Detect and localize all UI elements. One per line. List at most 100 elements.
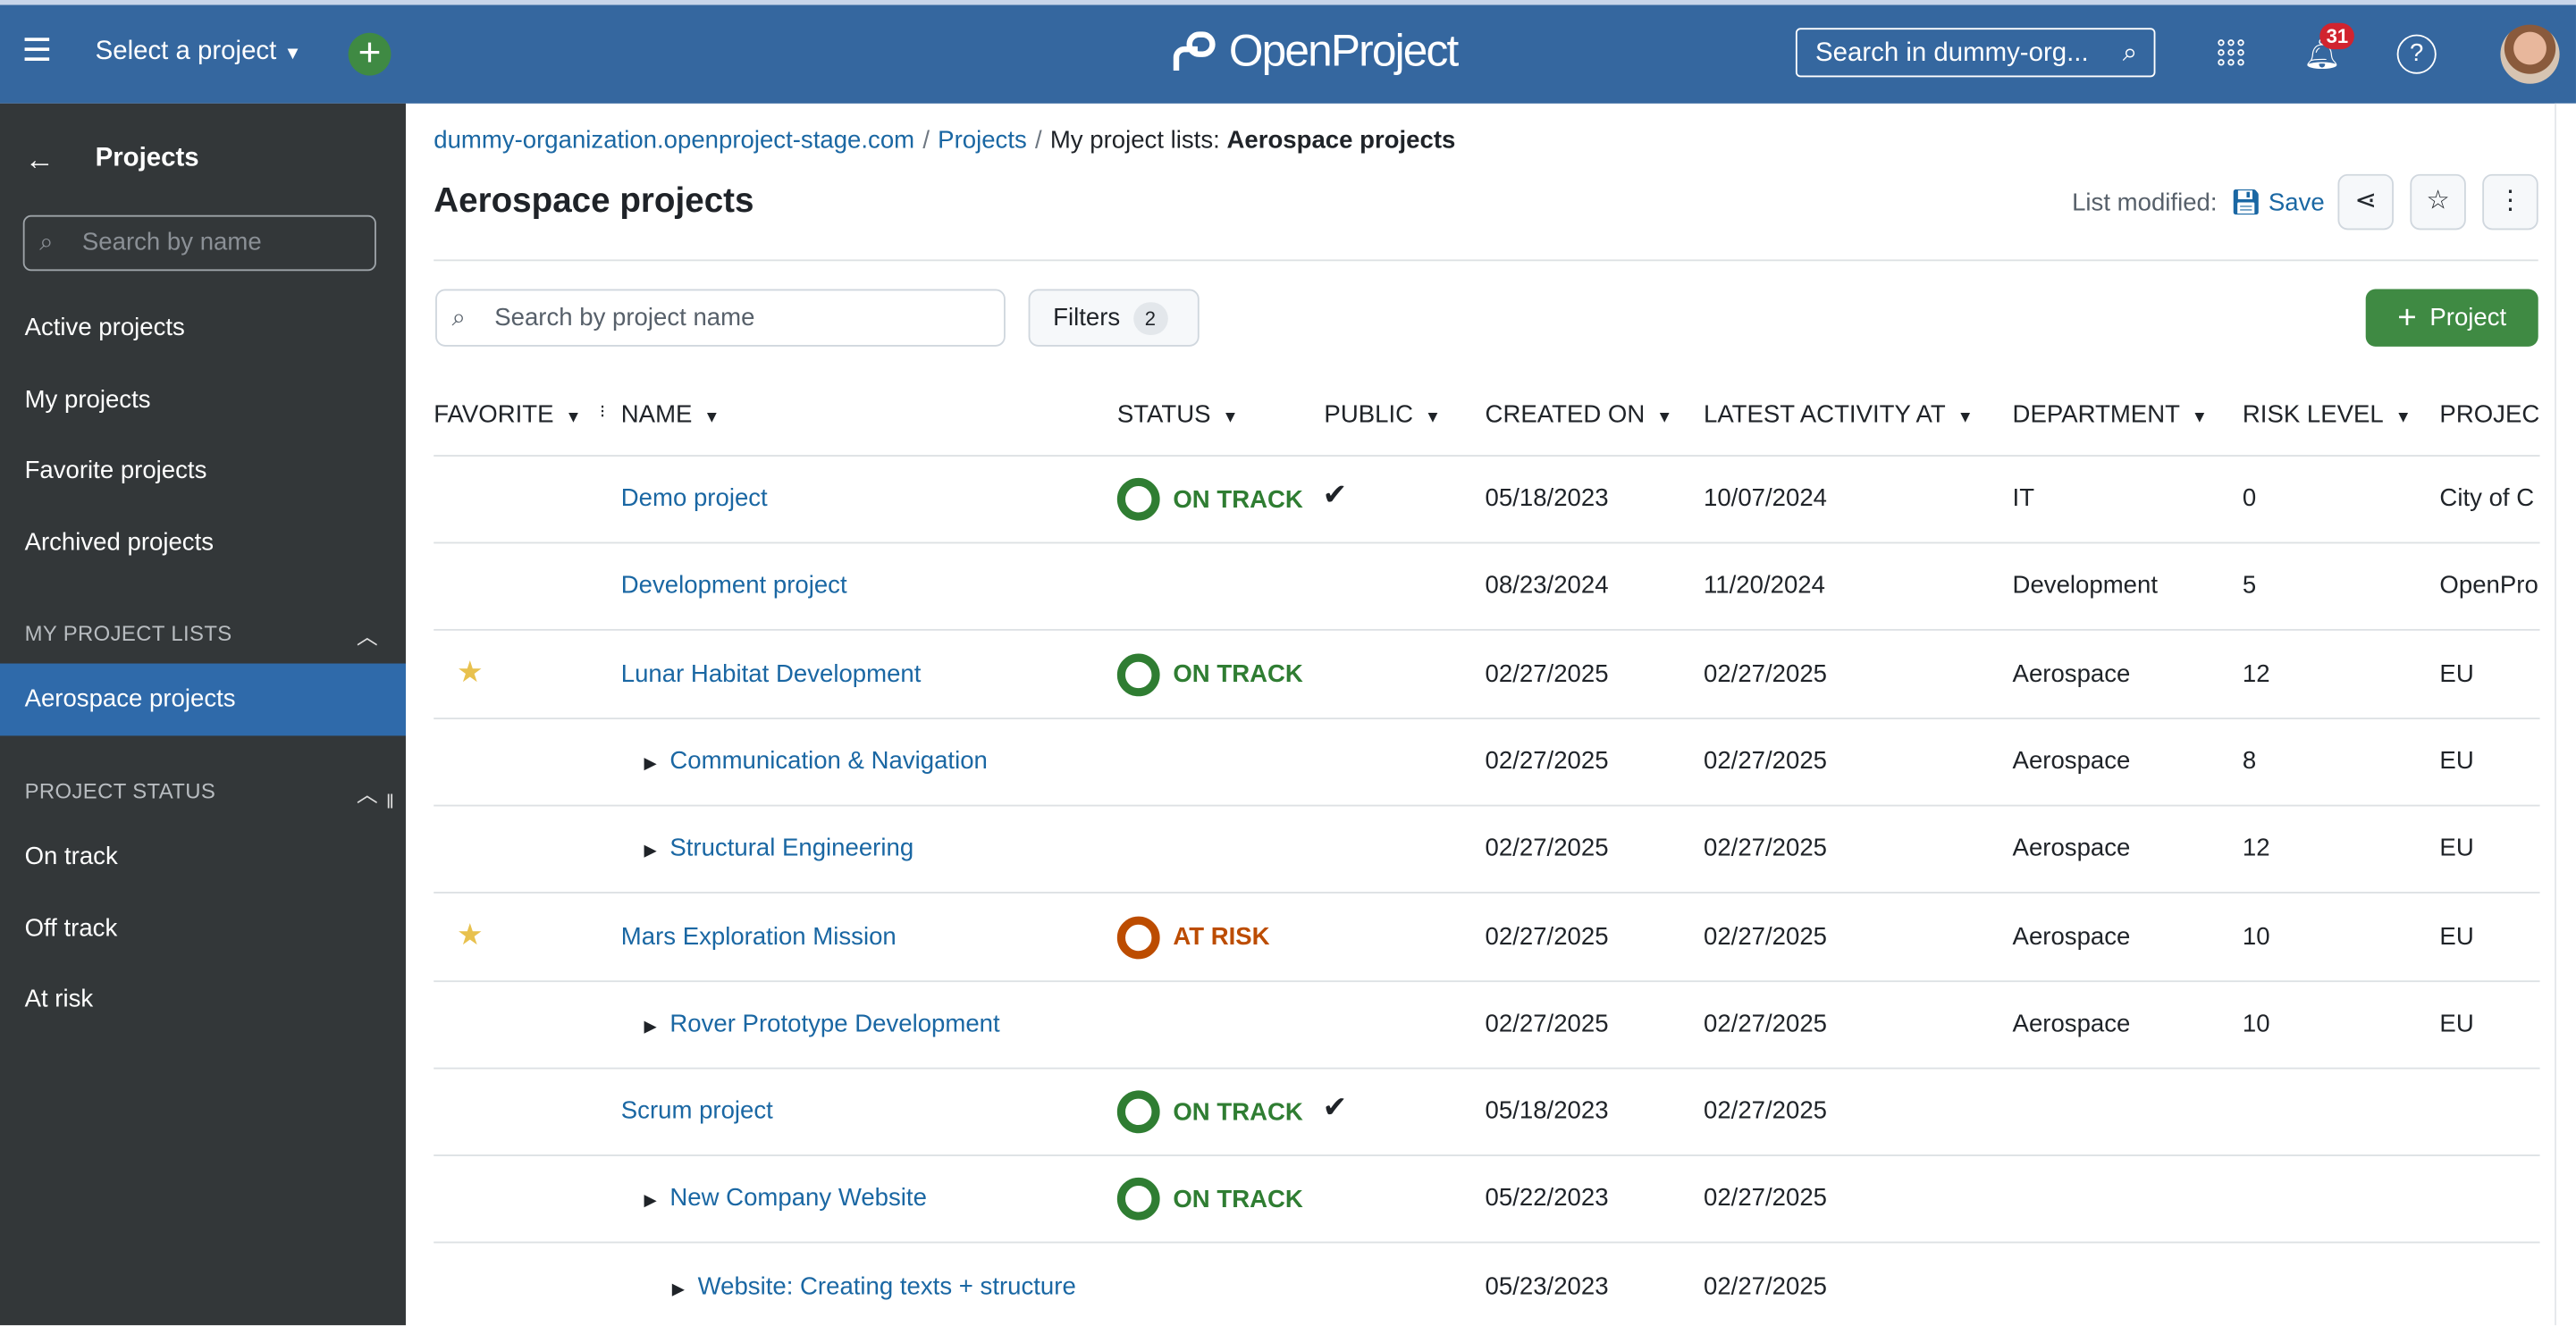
latest-cell: 02/27/2025 bbox=[1704, 1271, 1827, 1301]
project-link[interactable]: New Company Website bbox=[669, 1185, 927, 1213]
project-link[interactable]: Lunar Habitat Development bbox=[621, 659, 922, 687]
project-name-cell: ▶ Website: Creating texts + structure bbox=[672, 1272, 1076, 1300]
table-row: ▶ Website: Creating texts + structure 05/2… bbox=[434, 1243, 2539, 1325]
created-cell: 05/18/2023 bbox=[1485, 1096, 1609, 1126]
status-text: ON TRACK bbox=[1173, 1097, 1303, 1127]
project-link[interactable]: Website: Creating texts + structure bbox=[698, 1272, 1076, 1300]
favorite-star-icon[interactable]: ★ bbox=[457, 655, 484, 690]
project-cell: EU bbox=[2439, 922, 2474, 951]
avatar[interactable] bbox=[2500, 24, 2560, 84]
department-cell: IT bbox=[2012, 484, 2035, 513]
sidebar-item-archived-projects[interactable]: Archived projects bbox=[25, 529, 214, 557]
chevron-up-icon[interactable]: ︿ bbox=[357, 776, 378, 808]
save-button[interactable]: 💾︎ Save bbox=[2230, 189, 2325, 216]
status-badge: ON TRACK bbox=[1116, 652, 1303, 696]
sidebar-item-active-projects[interactable]: Active projects bbox=[25, 314, 185, 341]
status-badge: ON TRACK bbox=[1116, 1178, 1303, 1221]
add-project-button[interactable]: + Project bbox=[2365, 289, 2538, 347]
sidebar-item-at-risk[interactable]: At risk bbox=[25, 986, 94, 1013]
sidebar-item-aerospace-projects[interactable]: Aerospace projects bbox=[0, 663, 406, 736]
project-link[interactable]: Mars Exploration Mission bbox=[621, 922, 897, 950]
department-cell: Development bbox=[2012, 572, 2159, 600]
column-header-department[interactable]: DEPARTMENT ▼ bbox=[2013, 400, 2208, 428]
status-ring-icon bbox=[1116, 652, 1160, 696]
filters-button[interactable]: Filters 2 bbox=[1028, 289, 1200, 347]
project-selector[interactable]: Select a project ▼ bbox=[96, 38, 302, 67]
sidebar-item-favorite-projects[interactable]: Favorite projects bbox=[25, 457, 207, 484]
column-header-public[interactable]: PUBLIC ▼ bbox=[1324, 400, 1441, 428]
table-header: FAVORITE ▼ NAME ▼ STATUS ▼ PUBLIC ▼ CREATED ON ▼ L… bbox=[434, 396, 2540, 457]
latest-cell: 02/27/2025 bbox=[1704, 747, 1827, 776]
created-cell: 02/27/2025 bbox=[1485, 747, 1609, 776]
department-cell: Aerospace bbox=[2012, 747, 2131, 776]
logo[interactable]: OpenProject bbox=[1170, 26, 1459, 77]
menu-icon[interactable] bbox=[24, 38, 50, 63]
favorite-list-button[interactable]: ☆ bbox=[2410, 173, 2466, 231]
resize-handle[interactable]: ‖ bbox=[386, 790, 394, 813]
column-header-projec[interactable]: PROJEC bbox=[2439, 400, 2539, 428]
search-icon: ⌕ bbox=[39, 228, 54, 256]
column-header-latest-activity-at[interactable]: LATEST ACTIVITY AT ▼ bbox=[1704, 400, 1974, 428]
hierarchy-toggle-icon[interactable]: ⁝ bbox=[600, 400, 605, 422]
project-link[interactable]: Rover Prototype Development bbox=[669, 1010, 999, 1037]
chevron-up-icon[interactable]: ︿ bbox=[357, 619, 378, 650]
status-ring-icon bbox=[1116, 1090, 1160, 1134]
column-header-favorite[interactable]: FAVORITE ▼ bbox=[434, 400, 581, 428]
created-cell: 02/27/2025 bbox=[1485, 1009, 1609, 1038]
sidebar-title: Projects bbox=[95, 144, 199, 172]
column-header-name[interactable]: NAME ▼ bbox=[621, 400, 720, 428]
sidebar-item-my-projects[interactable]: My projects bbox=[25, 386, 151, 414]
table-row: ▶ New Company Website ON TRACK 05/22/2023 02… bbox=[434, 1155, 2540, 1245]
status-ring-icon bbox=[1116, 1178, 1160, 1221]
project-link[interactable]: Demo project bbox=[621, 484, 768, 512]
sidebar-item-on-track[interactable]: On track bbox=[25, 843, 118, 870]
divider bbox=[434, 259, 2538, 262]
expand-triangle-icon[interactable]: ▶ bbox=[644, 1018, 656, 1036]
search-icon: ⌕ bbox=[451, 304, 466, 332]
column-header-status[interactable]: STATUS ▼ bbox=[1117, 400, 1239, 428]
latest-cell: 10/07/2024 bbox=[1704, 484, 1827, 513]
risk-cell: 8 bbox=[2242, 747, 2257, 776]
project-status-heading: PROJECT STATUS bbox=[24, 778, 216, 803]
sidebar-search-input[interactable]: ⌕ Search by name bbox=[22, 214, 376, 272]
expand-triangle-icon[interactable]: ▶ bbox=[672, 1280, 685, 1298]
back-arrow-icon[interactable]: ← bbox=[25, 143, 55, 178]
project-name-cell: Development project bbox=[621, 572, 847, 600]
table-row: ★ Mars Exploration Mission AT RISK 02/27/20… bbox=[434, 893, 2540, 982]
search-icon: ⌕ bbox=[2122, 39, 2138, 68]
department-cell: Aerospace bbox=[2012, 922, 2131, 951]
project-name-cell: ▶ Communication & Navigation bbox=[644, 747, 987, 775]
project-name-cell: ▶ Structural Engineering bbox=[644, 835, 913, 862]
project-link[interactable]: Development project bbox=[621, 572, 847, 600]
kebab-icon: ⋮ bbox=[2496, 187, 2524, 215]
latest-cell: 02/27/2025 bbox=[1704, 1184, 1827, 1213]
add-button[interactable]: + bbox=[348, 33, 391, 76]
share-button[interactable]: ⋖ bbox=[2337, 173, 2394, 231]
modules-grid-icon[interactable] bbox=[2218, 39, 2244, 66]
latest-cell: 02/27/2025 bbox=[1704, 922, 1827, 951]
help-icon[interactable]: ? bbox=[2396, 34, 2437, 74]
breadcrumb-projects[interactable]: Projects bbox=[938, 127, 1027, 155]
favorite-star-icon[interactable]: ★ bbox=[457, 918, 484, 953]
project-link[interactable]: Structural Engineering bbox=[669, 835, 913, 862]
department-cell: Aerospace bbox=[2012, 1009, 2131, 1038]
public-check-icon: ✔ bbox=[1322, 477, 1348, 511]
scrollbar[interactable] bbox=[2555, 103, 2576, 1326]
expand-triangle-icon[interactable]: ▶ bbox=[644, 755, 656, 773]
expand-triangle-icon[interactable]: ▶ bbox=[644, 843, 656, 860]
breadcrumb-org[interactable]: dummy-organization.openproject-stage.com bbox=[434, 127, 914, 155]
risk-cell: 12 bbox=[2242, 835, 2270, 863]
project-search-input[interactable]: ⌕ Search by project name bbox=[435, 289, 1006, 347]
column-header-created-on[interactable]: CREATED ON ▼ bbox=[1486, 400, 1673, 428]
more-menu-button[interactable]: ⋮ bbox=[2482, 173, 2538, 231]
table-row: Scrum project ON TRACK ✔ 05/18/2023 02/27/20… bbox=[434, 1068, 2540, 1157]
sidebar-item-off-track[interactable]: Off track bbox=[25, 915, 118, 943]
table-row: ▶ Structural Engineering 02/27/2025 02/27/2… bbox=[434, 805, 2540, 894]
project-link[interactable]: Scrum project bbox=[621, 1097, 773, 1125]
risk-cell: 0 bbox=[2242, 484, 2257, 513]
global-search-input[interactable]: Search in dummy-org... ⌕ bbox=[1795, 28, 2156, 78]
expand-triangle-icon[interactable]: ▶ bbox=[644, 1193, 656, 1211]
project-link[interactable]: Communication & Navigation bbox=[669, 747, 988, 775]
sort-caret-icon: ▼ bbox=[1222, 408, 1239, 427]
column-header-risk-level[interactable]: RISK LEVEL ▼ bbox=[2243, 400, 2412, 428]
